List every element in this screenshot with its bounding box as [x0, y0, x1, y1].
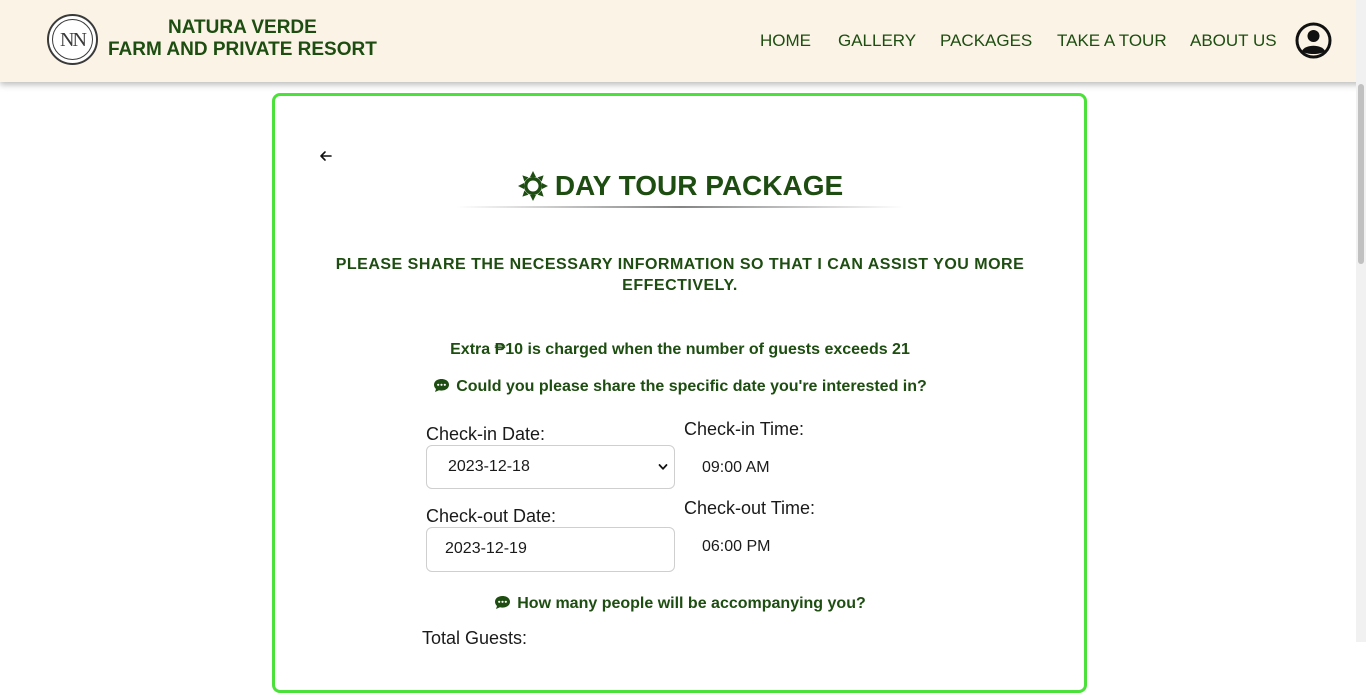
nav-gallery[interactable]: GALLERY — [838, 31, 916, 51]
arrow-left-icon[interactable] — [318, 148, 334, 164]
checkin-date-label: Check-in Date: — [426, 424, 546, 444]
checkin-time-label: Check-in Time: — [684, 419, 805, 439]
page-scrollbar[interactable] — [1356, 0, 1366, 642]
logo-inner-ring: NN — [52, 19, 93, 60]
checkout-time-label: Check-out Time: — [684, 498, 816, 518]
page-title-wrap: DAY TOUR PACKAGE — [456, 170, 904, 207]
checkin-date-value: 2023-12-18 — [448, 458, 530, 475]
scrollbar-thumb[interactable] — [1358, 84, 1364, 264]
comment-dots-icon — [434, 379, 450, 392]
total-guests-label: Total Guests: — [422, 628, 528, 648]
title-divider — [456, 206, 904, 208]
chevron-down-icon — [658, 464, 668, 470]
intro-text: PLEASE SHARE THE NECESSARY INFORMATION S… — [335, 256, 1025, 294]
user-circle-icon[interactable] — [1295, 22, 1332, 59]
page-title-text: DAY TOUR PACKAGE — [554, 170, 844, 201]
checkin-time-value: 09:00 AM — [702, 459, 770, 476]
checkout-date-value: 2023-12-19 — [445, 540, 527, 557]
resort-logo[interactable]: NN — [47, 14, 98, 65]
nav-take-a-tour[interactable]: TAKE A TOUR — [1057, 31, 1167, 51]
nav-about-us[interactable]: ABOUT US — [1190, 31, 1277, 51]
brand-line-1: NATURA VERDE — [167, 17, 317, 38]
site-header: NN NATURA VERDE FARM AND PRIVATE RESORT … — [0, 0, 1366, 82]
nav-home[interactable]: HOME — [760, 31, 811, 51]
brand-line-2: FARM AND PRIVATE RESORT — [108, 39, 377, 60]
nav-packages[interactable]: PACKAGES — [940, 31, 1032, 51]
people-question: How many people will be accompanying you… — [280, 595, 1080, 613]
logo-monogram: NN — [60, 29, 87, 51]
brand-name[interactable]: NATURA VERDE FARM AND PRIVATE RESORT — [108, 17, 377, 61]
checkout-date-label: Check-out Date: — [426, 506, 557, 526]
checkout-time-value: 06:00 PM — [702, 538, 771, 555]
page-title: DAY TOUR PACKAGE — [517, 170, 843, 202]
checkin-date-select[interactable]: 2023-12-18 — [426, 445, 675, 489]
extra-charge-note: Extra ₱10 is charged when the number of … — [450, 341, 910, 358]
date-question-text: Could you please share the specific date… — [456, 378, 927, 395]
people-question-text: How many people will be accompanying you… — [517, 595, 866, 612]
checkout-date-input[interactable]: 2023-12-19 — [426, 527, 675, 572]
date-question: Could you please share the specific date… — [280, 378, 1080, 396]
sun-icon — [517, 171, 548, 201]
comment-dots-icon — [495, 596, 511, 609]
